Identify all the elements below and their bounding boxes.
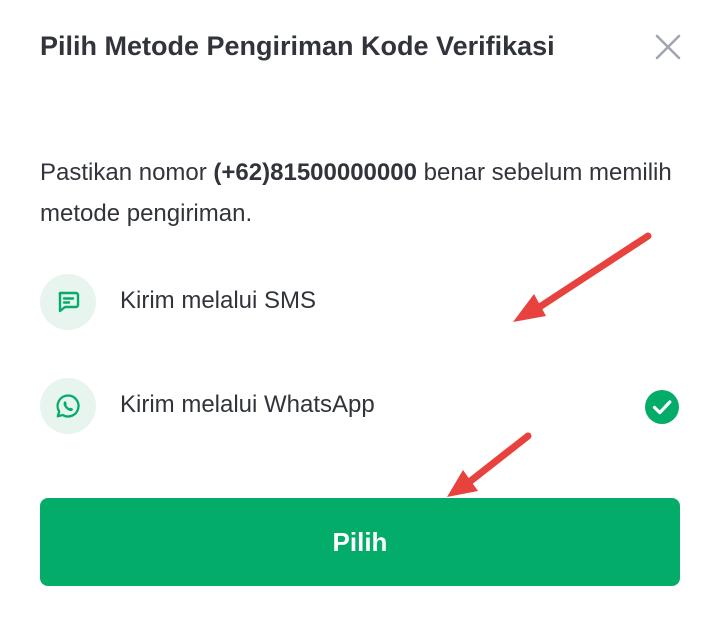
option-sms[interactable]: Kirim melalui SMS — [40, 273, 680, 331]
annotation-arrow-button — [447, 432, 532, 497]
check-circle-icon — [645, 390, 679, 424]
close-button[interactable] — [648, 27, 688, 67]
option-whatsapp[interactable]: Kirim melalui WhatsApp — [40, 377, 680, 435]
sms-icon — [58, 291, 80, 313]
dialog-title: Pilih Metode Pengiriman Kode Verifikasi — [40, 31, 555, 61]
option-sms-label: Kirim melalui SMS — [120, 287, 317, 314]
close-icon — [655, 34, 681, 60]
pilih-button[interactable]: Pilih — [40, 498, 680, 586]
whatsapp-icon — [56, 394, 80, 418]
description-prefix: Pastikan nomor — [40, 159, 214, 186]
dialog-description: Pastikan nomor (+62)81500000000 benar se… — [40, 152, 690, 234]
phone-number: (+62)81500000000 — [213, 159, 417, 186]
option-whatsapp-label: Kirim melalui WhatsApp — [120, 391, 375, 418]
whatsapp-icon-badge — [40, 378, 96, 434]
sms-icon-badge — [40, 274, 96, 330]
verification-method-dialog: Pilih Metode Pengiriman Kode Verifikasi … — [0, 0, 720, 617]
